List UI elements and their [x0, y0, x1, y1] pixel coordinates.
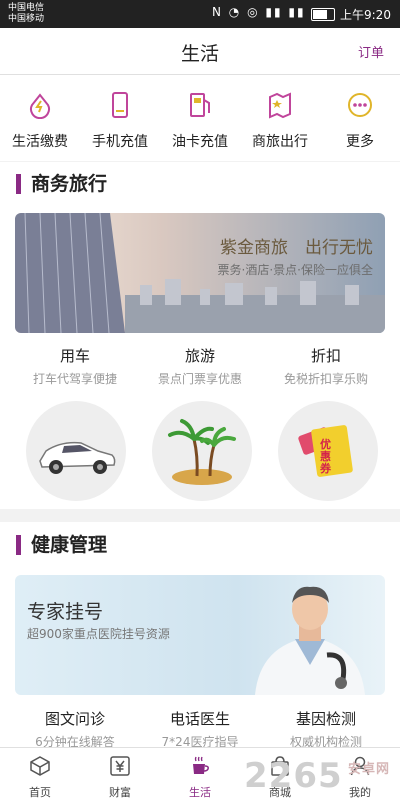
drop-icon: [30, 93, 50, 120]
yen-icon: [110, 756, 130, 776]
service-shortcuts: 生活缴费 手机充值 油卡充值 商旅出行 更多: [0, 75, 400, 161]
car-image[interactable]: [26, 401, 126, 501]
item-title: 基因检测: [295, 710, 356, 728]
service-label: 油卡充值: [172, 134, 228, 150]
status-bar: 中国电信 中国移动 N ◔ ◎ ▮▮ ▮▮ 上午9:20: [0, 0, 400, 28]
service-label: 商旅出行: [252, 134, 308, 150]
item-subtitle: 免税折扣享乐购: [283, 372, 368, 386]
service-phone-topup[interactable]: 手机充值: [80, 91, 160, 151]
travel-item-tour[interactable]: 旅游 景点门票享优惠: [140, 345, 260, 387]
page-header: 生活 订单: [0, 28, 400, 75]
travel-item-discount[interactable]: 折扣 免税折扣享乐购: [266, 345, 386, 387]
item-title: 用车: [59, 347, 90, 365]
palm-tree-icon: [168, 419, 236, 485]
service-label: 生活缴费: [12, 134, 68, 150]
service-bill-payment[interactable]: 生活缴费: [0, 91, 80, 151]
item-title: 电话医生: [169, 710, 230, 728]
section-title: 健康管理: [16, 535, 107, 555]
service-business-trip[interactable]: 商旅出行: [240, 91, 320, 151]
system-icons: N ◔ ◎ ▮▮ ▮▮: [212, 5, 306, 19]
carrier-1: 中国电信: [8, 3, 45, 13]
travel-banner[interactable]: 紫金商旅 出行无忧 票务·酒店·景点·保险一应俱全: [15, 213, 385, 333]
car-icon: [39, 441, 116, 474]
orders-link[interactable]: 订单: [358, 42, 384, 61]
carrier-2: 中国移动: [8, 14, 45, 24]
item-subtitle: 景点门票享优惠: [157, 372, 242, 386]
item-subtitle: 打车代驾享便捷: [32, 372, 117, 386]
tab-home[interactable]: 首页: [10, 754, 70, 800]
page-title: 生活: [180, 43, 219, 65]
battery-icon: [311, 8, 335, 21]
travel-item-car[interactable]: 用车 打车代驾享便捷: [15, 345, 135, 387]
item-title: 图文问诊: [44, 710, 105, 728]
fuel-icon: [190, 93, 210, 117]
watermark-subtext: 安卓网: [348, 762, 391, 777]
banner-subtitle: 票务·酒店·景点·保险一应俱全: [217, 263, 373, 277]
tab-label: 生活: [189, 786, 211, 799]
item-title: 旅游: [184, 347, 215, 365]
doctor-illustration: [255, 586, 365, 695]
coupon-image[interactable]: 优惠券: [278, 401, 378, 501]
tab-label: 财富: [109, 786, 131, 799]
island-image[interactable]: [152, 401, 252, 501]
service-label: 更多: [346, 134, 374, 150]
watermark-text: 2265: [244, 756, 343, 796]
banner-title: 专家挂号: [27, 601, 104, 623]
tab-life[interactable]: 生活: [170, 754, 230, 800]
health-item-gene-test[interactable]: 基因检测 权威机构检测: [266, 708, 386, 750]
item-title: 折扣: [310, 347, 341, 365]
coupon-label: 优惠券: [320, 438, 331, 475]
service-label: 手机充值: [92, 134, 148, 150]
tab-label: 首页: [29, 786, 51, 799]
map-icon: [269, 92, 291, 119]
section-title: 商务旅行: [16, 174, 107, 194]
doctor-banner[interactable]: 专家挂号 超900家重点医院挂号资源: [15, 575, 385, 695]
watermark-logo: 2265 安卓网: [244, 756, 389, 796]
more-icon: [348, 93, 372, 117]
carrier-info: 中国电信 中国移动: [8, 3, 44, 25]
service-fuel-card[interactable]: 油卡充值: [160, 91, 240, 151]
phone-icon: [112, 92, 128, 118]
banner-title: 紫金商旅 出行无忧: [220, 238, 373, 258]
coffee-icon: [193, 756, 209, 774]
home-icon: [30, 756, 50, 776]
health-item-phone-doctor[interactable]: 电话医生 7*24医疗指导: [140, 708, 260, 750]
service-more[interactable]: 更多: [320, 91, 400, 151]
tab-wealth[interactable]: 财富: [90, 754, 150, 800]
clock: 上午9:20: [340, 8, 391, 22]
banner-subtitle: 超900家重点医院挂号资源: [27, 627, 170, 641]
health-item-consult[interactable]: 图文问诊 6分钟在线解答: [15, 708, 135, 750]
